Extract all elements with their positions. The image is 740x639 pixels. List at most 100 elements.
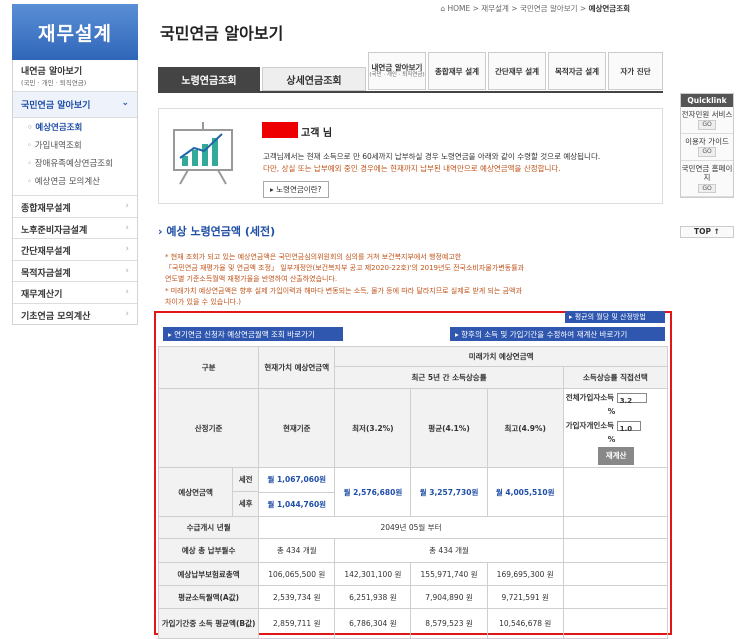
high-value: 월 4,005,510원 — [486, 467, 564, 517]
col-low: 최저(3.2%) — [334, 388, 412, 468]
months-future: 총 434 개월 — [334, 538, 564, 563]
months-current: 총 434 개월 — [258, 538, 336, 563]
quicklink-nps-homepage[interactable]: 국민연금 홈페이지 GO — [681, 161, 733, 197]
personal-rate-input[interactable]: 1.0 — [616, 421, 641, 433]
menu-tab-label: 간단재무 설계 — [494, 66, 539, 76]
chevron-right-icon: › — [125, 287, 129, 297]
chevron-right-icon: › — [125, 308, 129, 319]
empty-cell — [562, 608, 669, 639]
row-pension: 예상연금액 세전 세후 — [157, 467, 260, 517]
sidebar-item-sublabel: (국민 · 개인 · 퇴직연금) — [21, 79, 87, 87]
empty-cell — [562, 562, 669, 586]
sidebar-item-simple[interactable]: 간단재무설계 › — [13, 238, 137, 260]
header-recent-rate: 최근 5년 간 소득상승률 — [334, 366, 564, 389]
sidebar-item-label: 재무계산기 — [21, 290, 63, 300]
row-label-start: 수급개시 년월 — [157, 516, 260, 539]
section-title: › 예상 노령연금액 (세전) — [158, 225, 276, 238]
go-badge[interactable]: GO — [698, 183, 716, 193]
note-line: * 현재 조회가 되고 있는 예상연금액은 국민연금심의위원회의 심의를 거쳐 … — [165, 253, 462, 261]
recalc-panel: 전체가입자소득 3.2 % 가입자개인소득 1.0 % 재계산 — [562, 388, 669, 468]
sidebar-subitem-expected-pension[interactable]: 예상연금조회 — [13, 118, 137, 136]
bvalue-current: 2,859,711 원 — [258, 608, 336, 639]
chevron-right-icon: › — [125, 201, 129, 211]
go-badge[interactable]: GO — [698, 147, 716, 157]
tab-divider — [158, 91, 663, 93]
menu-tab-sublabel: (국민 · 개인 · 퇴직연금) — [369, 72, 425, 79]
row-label-bvalue: 가입기간중 소득 평균액(B값) — [157, 608, 260, 639]
go-badge[interactable]: GO — [698, 120, 716, 130]
sidebar-item-label: 기초연금 모의계산 — [21, 311, 91, 322]
empty-cell — [562, 585, 669, 609]
section-title-text: 예상 노령연금액 (세전) — [166, 225, 276, 238]
menu-tab-simple[interactable]: 간단재무 설계 — [488, 52, 546, 90]
calc-method-link[interactable]: ▸ 평균의 월당 및 산정방법 — [565, 311, 665, 323]
empty-cell — [562, 467, 669, 517]
sidebar-item-basic-pension[interactable]: 기초연금 모의계산 › — [13, 302, 137, 325]
avg-value: 월 3,257,730원 — [410, 467, 488, 517]
pension-table: 구분 현재가치 예상연금액 미래가치 예상연금액 최근 5년 간 소득상승률 소… — [157, 346, 669, 639]
recalculate-link[interactable]: ▸ 향후의 소득 및 가입기간을 수정하여 재계산 바로가기 — [450, 327, 665, 341]
breadcrumb-current: 예상연금조회 — [588, 4, 630, 13]
header-direct-select: 소득상승률 직접선택 — [562, 366, 669, 389]
quicklink-user-guide[interactable]: 이용자 가이드 GO — [681, 134, 733, 161]
tab-old-age-pension[interactable]: 노령연금조회 — [158, 67, 260, 91]
chart-board-icon — [173, 122, 233, 185]
header-future-value: 미래가치 예상연금액 — [334, 346, 668, 367]
notes: * 현재 조회가 되고 있는 예상연금액은 국민연금심의위원회의 심의를 거쳐 … — [165, 252, 645, 308]
menu-tab-my-pension[interactable]: 내연금 알아보기 (국민 · 개인 · 퇴직연금) — [368, 52, 426, 90]
sidebar-item-my-pension[interactable]: 내연금 알아보기 (국민 · 개인 · 퇴직연금) — [13, 60, 137, 92]
col-avg: 평균(4.1%) — [410, 388, 488, 468]
rate-select[interactable]: 3.2 — [616, 393, 647, 405]
sidebar-item-label: 국민연금 알아보기 — [21, 101, 91, 111]
col-current-basis: 현재기준 — [258, 388, 336, 468]
all-income-label: 전체가입자소득 — [565, 393, 615, 402]
chevron-right-icon: › — [125, 244, 129, 254]
quicklink-label: 이용자 가이드 — [685, 136, 729, 146]
sidebar-item-purpose[interactable]: 목적자금설계 › — [13, 259, 137, 282]
personal-income-label: 가입자개인소득 — [565, 421, 615, 430]
sidebar-item-calculator[interactable]: 재무계산기 › — [13, 281, 137, 303]
menu-tab-label: 목적자금 설계 — [554, 66, 599, 76]
sidebar-item-label: 목적자금설계 — [21, 268, 71, 279]
row-label-months: 예상 총 납부월수 — [157, 538, 260, 563]
sidebar-item-label: 간단재무설계 — [21, 247, 71, 257]
recalculate-button[interactable]: 재계산 — [597, 447, 635, 465]
sidebar-subitem-disability-survivor[interactable]: 장애유족예상연금조회 — [13, 154, 137, 172]
label-pre-tax: 세전 — [233, 468, 259, 492]
row-label-total: 예상납부보험료총액 — [157, 562, 260, 586]
deferred-pension-link[interactable]: ▸ 연기연금 신청자 예상연금월액 조회 바로가기 — [163, 327, 343, 341]
menu-tab-label: 내연금 알아보기 — [371, 63, 423, 73]
what-is-pension-button[interactable]: ▸ 노령연금이란? — [263, 181, 329, 198]
sidebar-subitem-simulation[interactable]: 예상연금 모의계산 — [13, 172, 137, 195]
breadcrumb-path[interactable]: HOME > 재무설계 > 국민연금 알아보기 > — [448, 4, 589, 13]
quicklink-label: 국민연금 홈페이지 — [681, 163, 733, 183]
sidebar-logo[interactable]: 재무설계 — [12, 4, 138, 60]
sidebar-item-national-pension[interactable]: 국민연금 알아보기 ⌄ — [13, 92, 137, 118]
bvalue-avg: 8,579,523 원 — [410, 608, 488, 639]
sidebar-item-retirement[interactable]: 노후준비자금설계 › — [13, 216, 137, 239]
info-warning-text: 다만, 상실 또는 납부예외 중인 경우에는 현재까지 납부된 내역만으로 예상… — [263, 164, 561, 173]
note-line: * 미래가치 예상연금액은 향후 실제 가입이력과 해마다 변동되는 소득, 물… — [165, 286, 522, 295]
menu-tab-self-check[interactable]: 자가 진단 — [608, 52, 663, 90]
menu-tab-label: 종합재무 설계 — [434, 66, 479, 76]
menu-tab-label: 자가 진단 — [620, 66, 651, 76]
home-icon[interactable]: ⌂ — [440, 4, 445, 13]
total-current: 106,065,500 원 — [258, 562, 336, 586]
total-low: 142,301,100 원 — [334, 562, 412, 586]
top-button[interactable]: TOP ↑ — [680, 226, 734, 238]
col-high: 최고(4.9%) — [486, 388, 564, 468]
sidebar-subitem-enrollment-history[interactable]: 가입내역조회 — [13, 136, 137, 154]
sidebar-item-comprehensive[interactable]: 종합재무설계 › — [13, 195, 137, 217]
note-line: 차이가 있을 수 있습니다.) — [165, 297, 242, 306]
menu-tab-purpose[interactable]: 목적자금 설계 — [548, 52, 606, 90]
quicklink-e-service[interactable]: 전자민원 서비스 GO — [681, 107, 733, 134]
empty-cell — [562, 538, 669, 563]
current-post-tax: 월 1,044,760원 — [258, 491, 336, 517]
row-label-pension: 예상연금액 — [178, 487, 213, 497]
menu-tab-comprehensive[interactable]: 종합재무 설계 — [428, 52, 486, 90]
chevron-right-icon: › — [125, 265, 129, 276]
sidebar-item-label: 종합재무설계 — [21, 204, 71, 214]
note-line: 연도별 기준소득월액 재평가율을 반영하여 산출하였습니다. — [165, 275, 338, 284]
pct-label: % — [607, 407, 616, 416]
tab-detail-pension[interactable]: 상세연금조회 — [262, 67, 366, 91]
